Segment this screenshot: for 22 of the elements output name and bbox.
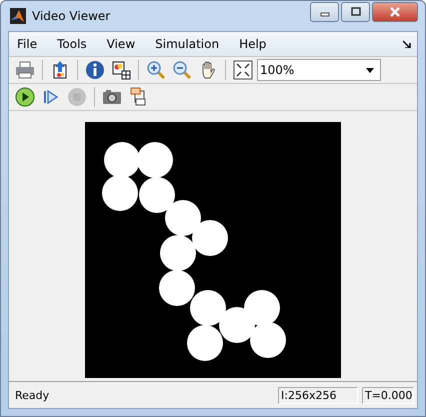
- window-title: Video Viewer: [32, 9, 110, 23]
- menu-item[interactable]: Tools: [57, 37, 87, 51]
- maximize-button[interactable]: [341, 2, 370, 22]
- maximize-icon: [350, 7, 360, 17]
- close-icon: [390, 7, 400, 17]
- time-field: T=0.000: [362, 386, 414, 404]
- close-button[interactable]: [372, 2, 418, 22]
- menu-item[interactable]: View: [106, 37, 136, 51]
- app-icon: [10, 8, 26, 24]
- status-message: Ready: [15, 388, 50, 402]
- info-icon[interactable]: [83, 59, 107, 81]
- zoom-dropdown[interactable]: 100%: [257, 59, 381, 81]
- print-icon[interactable]: [13, 59, 37, 81]
- dock-arrow-icon[interactable]: [403, 40, 411, 48]
- menu-item[interactable]: File: [17, 37, 38, 51]
- image-size-field: I:256x256: [278, 386, 358, 404]
- fit-to-view-icon[interactable]: [231, 59, 255, 81]
- menu-item[interactable]: Simulation: [155, 37, 220, 51]
- caret-icon: [366, 68, 374, 72]
- play-icon[interactable]: [13, 86, 37, 108]
- menu-item[interactable]: Help: [239, 37, 266, 51]
- minimize-button[interactable]: [310, 2, 339, 22]
